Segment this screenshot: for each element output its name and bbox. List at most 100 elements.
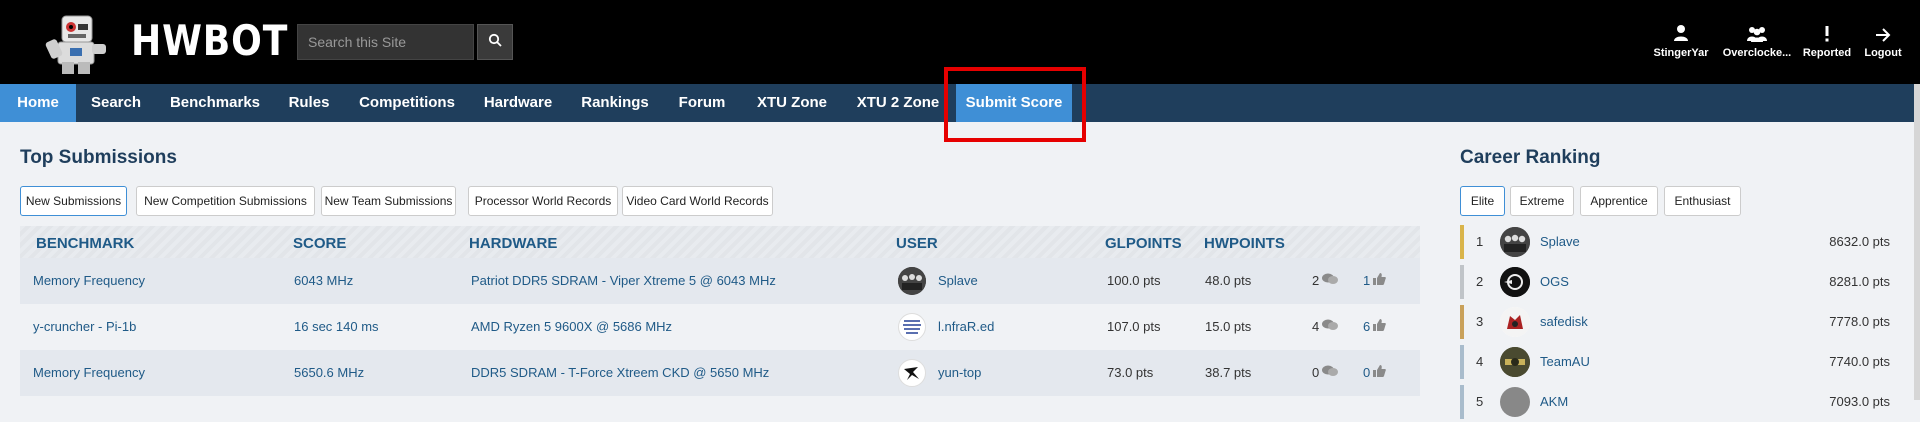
hwpoints-value: 48.0 pts <box>1205 273 1252 288</box>
site-logo-text[interactable]: HWBOT <box>131 16 288 65</box>
avatar[interactable] <box>898 359 926 387</box>
score-link[interactable]: 6043 MHz <box>294 273 353 288</box>
logout-label: Logout <box>1864 47 1902 59</box>
ranking-points: 7778.0 pts <box>1829 314 1890 329</box>
team-label: Overclocke... <box>1722 47 1792 59</box>
tab-apprentice[interactable]: Apprentice <box>1580 186 1658 216</box>
avatar[interactable] <box>1500 387 1530 417</box>
ranking-row: 3 safedisk 7778.0 pts <box>1460 302 1890 342</box>
reported-label: Reported <box>1802 47 1852 59</box>
score-link[interactable]: 5650.6 MHz <box>294 365 364 380</box>
page-scrollbar[interactable] <box>1914 84 1920 400</box>
rank-bar <box>1460 345 1464 379</box>
hardware-link[interactable]: AMD Ryzen 5 9600X @ 5686 MHz <box>471 319 672 334</box>
nav-xtu-2-zone[interactable]: XTU 2 Zone <box>850 84 946 122</box>
search-input[interactable] <box>297 24 474 60</box>
comments-count[interactable]: 4 <box>1312 319 1339 334</box>
comments-icon <box>1322 273 1339 288</box>
likes-count[interactable]: 1 <box>1363 273 1387 288</box>
hardware-link[interactable]: Patriot DDR5 SDRAM - Viper Xtreme 5 @ 60… <box>471 273 776 288</box>
col-hwpoints[interactable]: HWPOINTS <box>1204 235 1285 252</box>
col-benchmark[interactable]: BENCHMARK <box>36 235 134 252</box>
ranking-user-link[interactable]: OGS <box>1540 274 1569 289</box>
ranking-user-link[interactable]: Splave <box>1540 234 1580 249</box>
nav-home[interactable]: Home <box>0 84 76 122</box>
glpoints-value: 107.0 pts <box>1107 319 1161 334</box>
rank-number: 1 <box>1476 234 1484 249</box>
thumbs-up-icon <box>1373 319 1387 334</box>
nav-benchmarks[interactable]: Benchmarks <box>164 84 266 122</box>
benchmark-link[interactable]: Memory Frequency <box>33 273 145 288</box>
table-row: Memory Frequency 6043 MHz Patriot DDR5 S… <box>20 258 1420 304</box>
nav-xtu-zone[interactable]: XTU Zone <box>748 84 836 122</box>
user-icon <box>1673 22 1689 42</box>
comments-icon <box>1322 319 1339 334</box>
tab-new-submissions[interactable]: New Submissions <box>20 186 127 216</box>
ranking-row: 5 AKM 7093.0 pts <box>1460 382 1890 422</box>
tab-video-card-world-records[interactable]: Video Card World Records <box>622 186 773 216</box>
logout-link[interactable]: Logout <box>1860 22 1906 59</box>
avatar[interactable] <box>1500 307 1530 337</box>
user-link[interactable]: l.nfraR.ed <box>938 319 994 334</box>
col-user[interactable]: USER <box>896 235 938 252</box>
rank-number: 4 <box>1476 354 1484 369</box>
benchmark-link[interactable]: y-cruncher - Pi-1b <box>33 319 136 334</box>
ranking-points: 7740.0 pts <box>1829 354 1890 369</box>
nav-competitions[interactable]: Competitions <box>352 84 462 122</box>
hwpoints-value: 15.0 pts <box>1205 319 1252 334</box>
rank-bar <box>1460 385 1464 419</box>
col-hardware[interactable]: HARDWARE <box>469 235 557 252</box>
nav-hardware[interactable]: Hardware <box>476 84 560 122</box>
hwbot-mascot-logo[interactable] <box>44 12 110 76</box>
search-button[interactable] <box>477 24 513 60</box>
score-link[interactable]: 16 sec 140 ms <box>294 319 379 334</box>
avatar[interactable] <box>898 313 926 341</box>
nav-rules[interactable]: Rules <box>280 84 338 122</box>
thumbs-up-icon <box>1373 365 1387 380</box>
nav-search[interactable]: Search <box>80 84 152 122</box>
likes-number: 1 <box>1363 273 1371 288</box>
avatar[interactable] <box>1500 227 1530 257</box>
tab-processor-world-records[interactable]: Processor World Records <box>468 186 618 216</box>
ranking-user-link[interactable]: safedisk <box>1540 314 1588 329</box>
user-link[interactable]: Splave <box>938 273 978 288</box>
avatar[interactable] <box>898 267 926 295</box>
profile-link[interactable]: StingerYar <box>1653 22 1709 59</box>
hwpoints-value: 38.7 pts <box>1205 365 1252 380</box>
comments-count[interactable]: 0 <box>1312 365 1339 380</box>
avatar[interactable] <box>1500 267 1530 297</box>
comments-number: 2 <box>1312 273 1320 288</box>
thumbs-up-icon <box>1373 273 1387 288</box>
tab-extreme[interactable]: Extreme <box>1510 186 1574 216</box>
benchmark-link[interactable]: Memory Frequency <box>33 365 145 380</box>
ranking-points: 8281.0 pts <box>1829 274 1890 289</box>
exclamation-icon <box>1824 22 1830 42</box>
tab-new-team-submissions[interactable]: New Team Submissions <box>321 186 456 216</box>
avatar[interactable] <box>1500 347 1530 377</box>
team-link[interactable]: Overclocke... <box>1722 22 1792 59</box>
likes-count[interactable]: 6 <box>1363 319 1387 334</box>
top-submissions-title: Top Submissions <box>20 147 177 168</box>
rank-bar-bronze <box>1460 305 1464 339</box>
rank-number: 3 <box>1476 314 1484 329</box>
nav-forum[interactable]: Forum <box>670 84 734 122</box>
ranking-points: 8632.0 pts <box>1829 234 1890 249</box>
likes-count[interactable]: 0 <box>1363 365 1387 380</box>
tab-enthusiast[interactable]: Enthusiast <box>1664 186 1741 216</box>
comments-number: 0 <box>1312 365 1320 380</box>
user-link[interactable]: yun-top <box>938 365 981 380</box>
col-glpoints[interactable]: GLPOINTS <box>1105 235 1182 252</box>
hardware-link[interactable]: DDR5 SDRAM - T-Force Xtreem CKD @ 5650 M… <box>471 365 769 380</box>
tab-new-competition-submissions[interactable]: New Competition Submissions <box>136 186 315 216</box>
col-score[interactable]: SCORE <box>293 235 346 252</box>
rank-bar-gold <box>1460 225 1464 259</box>
likes-number: 0 <box>1363 365 1371 380</box>
comments-count[interactable]: 2 <box>1312 273 1339 288</box>
tab-elite[interactable]: Elite <box>1460 186 1505 216</box>
nav-rankings[interactable]: Rankings <box>574 84 656 122</box>
ranking-user-link[interactable]: AKM <box>1540 394 1568 409</box>
ranking-user-link[interactable]: TeamAU <box>1540 354 1590 369</box>
ranking-row: 1 Splave 8632.0 pts <box>1460 222 1890 262</box>
reported-link[interactable]: Reported <box>1802 22 1852 59</box>
submit-score-highlight <box>944 67 1086 142</box>
